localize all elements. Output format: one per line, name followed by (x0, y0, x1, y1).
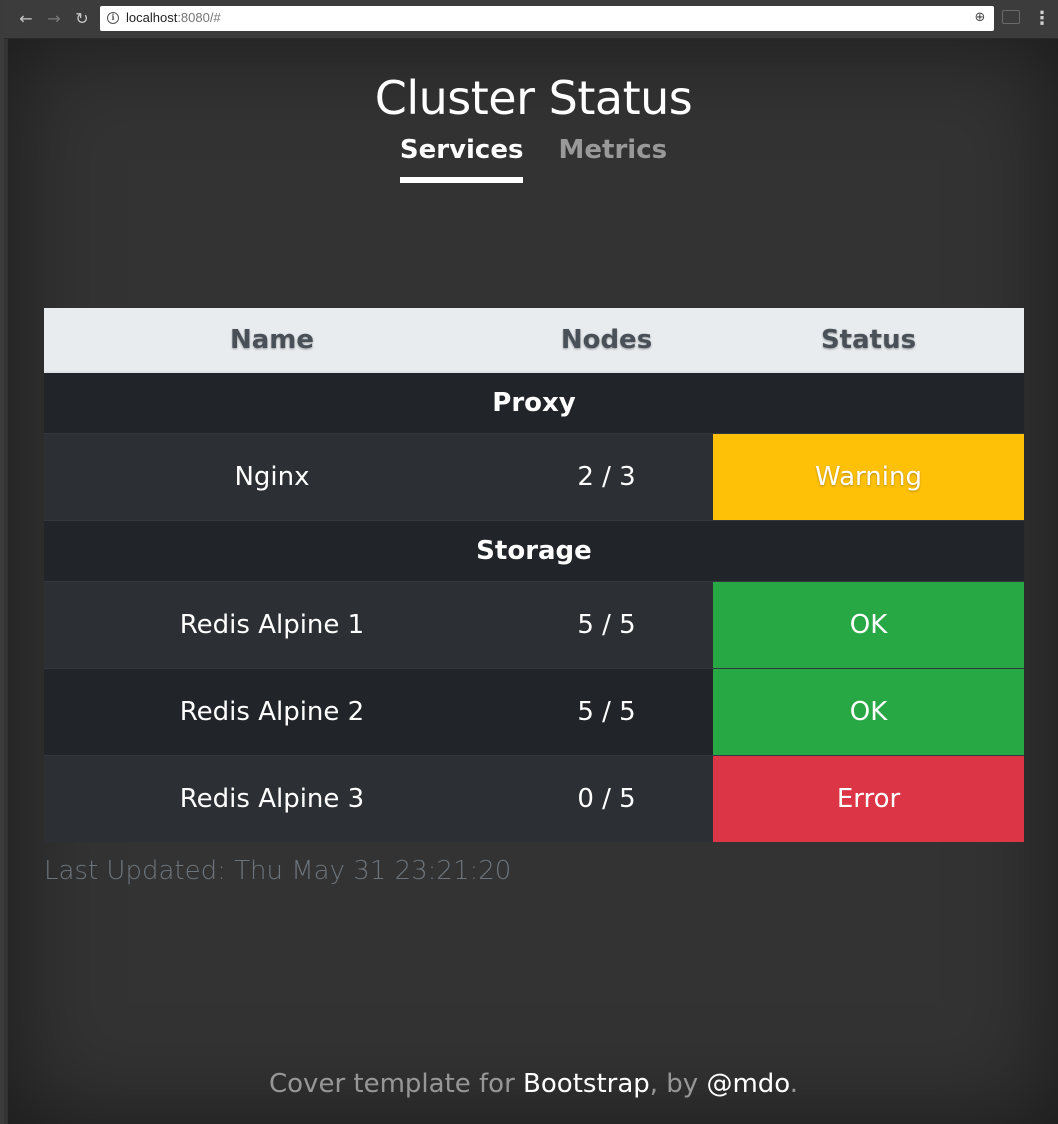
menu-icon[interactable]: ⋮ (1032, 8, 1052, 30)
last-updated-text: Last Updated: Thu May 31 23:21:20 (44, 856, 512, 886)
service-nodes: 2 / 3 (500, 433, 713, 521)
table-row: Redis Alpine 1 5 / 5 OK (44, 581, 1024, 669)
column-header-nodes: Nodes (500, 308, 713, 373)
table-row: Redis Alpine 2 5 / 5 OK (44, 668, 1024, 756)
group-label: Storage (44, 520, 1024, 582)
column-header-status: Status (713, 308, 1024, 373)
zoom-icon[interactable]: ⊕ (972, 10, 988, 26)
footer-middle: , by (649, 1069, 707, 1099)
table-row: Nginx 2 / 3 Warning (44, 433, 1024, 521)
status-badge: OK (713, 668, 1024, 756)
page-title: Cluster Status (374, 71, 693, 125)
status-badge: Error (713, 755, 1024, 842)
group-row-proxy: Proxy (44, 371, 1024, 434)
cast-icon[interactable] (1002, 10, 1020, 24)
address-bar[interactable]: i localhost:8080/# ⊕ (100, 6, 994, 31)
browser-toolbar: ← → ↻ i localhost:8080/# ⊕ ⋮ (4, 0, 1058, 39)
column-header-name: Name (44, 308, 500, 373)
url-rest: :8080/# (177, 10, 221, 25)
group-label: Proxy (44, 371, 1024, 434)
mdo-link[interactable]: @mdo (706, 1069, 789, 1099)
service-nodes: 5 / 5 (500, 668, 713, 756)
services-table: Name Nodes Status Proxy Nginx 2 / 3 Warn… (44, 308, 1024, 842)
table-row: Redis Alpine 3 0 / 5 Error (44, 755, 1024, 842)
reload-icon[interactable]: ↻ (70, 7, 94, 31)
group-row-storage: Storage (44, 520, 1024, 582)
service-name: Nginx (44, 433, 500, 521)
bootstrap-link[interactable]: Bootstrap (523, 1069, 650, 1099)
info-icon[interactable]: i (107, 12, 119, 24)
arrow-left-icon[interactable]: ← (14, 7, 38, 31)
url-text[interactable]: localhost:8080/# (126, 10, 221, 25)
url-host: localhost (126, 10, 178, 25)
table-header-row: Name Nodes Status (44, 308, 1024, 373)
service-name: Redis Alpine 2 (44, 668, 500, 756)
footer: Cover template for Bootstrap, by @mdo. (8, 1069, 1058, 1099)
footer-prefix: Cover template for (269, 1069, 524, 1099)
tab-services[interactable]: Services (399, 135, 524, 183)
service-name: Redis Alpine 1 (44, 581, 500, 669)
page-content: Cluster Status Services Metrics Name Nod… (8, 39, 1058, 1124)
status-badge: Warning (713, 433, 1024, 521)
arrow-right-icon[interactable]: → (42, 7, 66, 31)
status-badge: OK (713, 581, 1024, 669)
service-name: Redis Alpine 3 (44, 755, 500, 842)
tab-metrics[interactable]: Metrics (559, 135, 668, 183)
tab-nav: Services Metrics (8, 135, 1058, 183)
footer-suffix: . (789, 1069, 798, 1099)
browser-window: ← → ↻ i localhost:8080/# ⊕ ⋮ Cluster Sta… (0, 0, 1058, 1124)
service-nodes: 0 / 5 (500, 755, 713, 842)
service-nodes: 5 / 5 (500, 581, 713, 669)
